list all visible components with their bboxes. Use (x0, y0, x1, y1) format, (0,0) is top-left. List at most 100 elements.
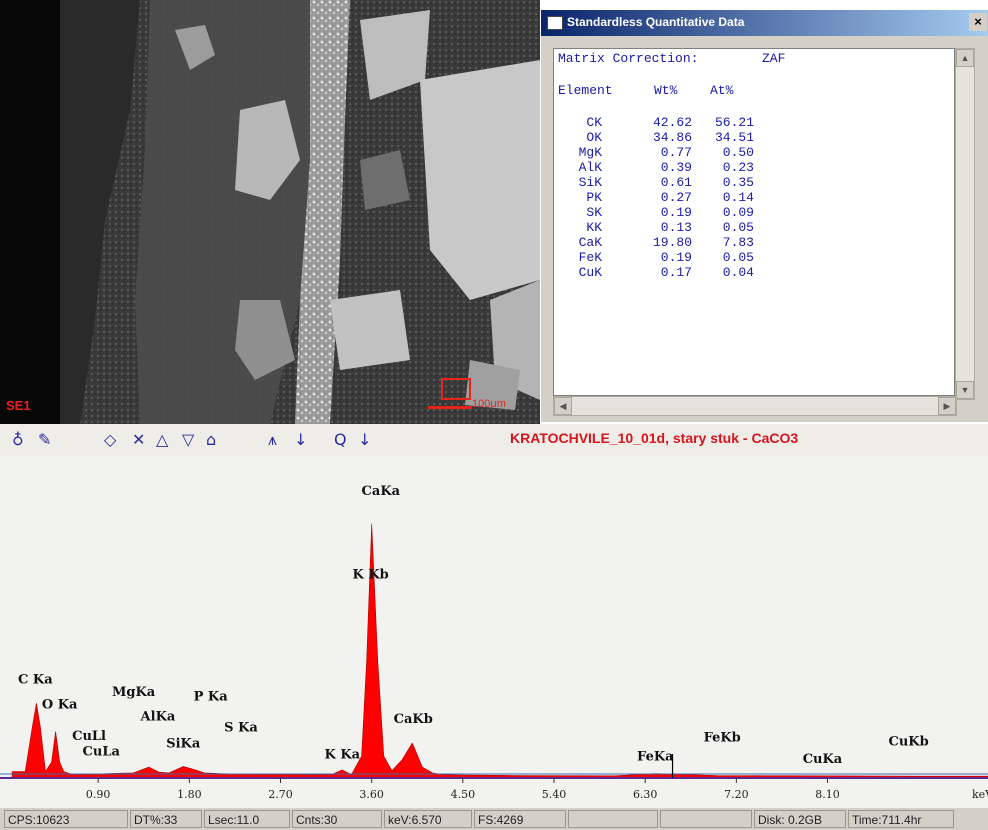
atomic-percent: 0.14 (722, 190, 754, 205)
vertical-scrollbar[interactable]: ▲ ▼ (955, 48, 975, 400)
eds-spectrum[interactable]: 0.90 1.80 2.70 3.60 4.50 5.40 6.30 7.20 8.10 keV C… (0, 456, 988, 808)
atomic-percent: 56.21 (714, 115, 754, 130)
atomic-percent: 0.05 (722, 220, 754, 235)
element-symbol: MgK (578, 145, 602, 160)
scroll-right-icon[interactable]: ▶ (938, 397, 956, 415)
scale-marker-box (441, 378, 471, 400)
element-symbol: FeK (578, 250, 602, 265)
compress-horizontal-icon[interactable]: ✕ (132, 430, 145, 449)
atomic-percent: 0.09 (722, 205, 754, 220)
atomic-percent: 0.23 (722, 160, 754, 175)
probe-icon[interactable]: ♁ (12, 430, 24, 449)
atomic-percent: 0.50 (722, 145, 754, 160)
x-tick-label: 6.30 (633, 788, 658, 801)
element-symbol: CaK (578, 235, 602, 250)
x-tick-label: 2.70 (268, 788, 293, 801)
status-empty-2 (660, 810, 752, 828)
peak-arrow-icon[interactable]: ↓ (294, 430, 307, 449)
element-symbol: AlK (578, 160, 602, 175)
peak-label: K Kb (353, 567, 389, 582)
element-symbol: PK (586, 190, 602, 205)
home-icon[interactable]: ⌂ (206, 430, 216, 449)
element-symbol: OK (586, 130, 602, 145)
expand-vertical-icon[interactable]: △ (156, 430, 168, 449)
element-symbol: SK (586, 205, 602, 220)
peak-label: FeKa (637, 750, 674, 765)
peak-label: O Ka (42, 697, 78, 712)
weight-percent: 42.62 (652, 115, 692, 130)
atomic-percent: 0.04 (722, 265, 754, 280)
sem-micrograph (0, 0, 540, 424)
x-axis-label: keV (972, 788, 988, 801)
window-icon (547, 16, 563, 30)
x-tick-label: 8.10 (815, 788, 840, 801)
peak-label: CuKb (888, 734, 928, 749)
weight-percent: 0.77 (660, 145, 692, 160)
quant-data-dialog: Standardless Quantitative Data × Matrix … (541, 10, 988, 422)
scroll-left-icon[interactable]: ◀ (554, 397, 572, 415)
status-fullscale: FS:4269 (474, 810, 566, 828)
matrix-correction-label: Matrix Correction: (558, 51, 699, 66)
pen-icon[interactable]: ✎ (38, 430, 51, 449)
sem-image (0, 0, 540, 424)
element-symbol: SiK (578, 175, 602, 190)
peak-label: AlKa (140, 710, 176, 725)
status-kev: keV:6.570 (384, 810, 472, 828)
weight-percent: 0.19 (660, 205, 692, 220)
quant-results-text[interactable]: Matrix Correction: ZAF Element Wt% At% C… (553, 48, 955, 396)
atomic-percent: 0.05 (722, 250, 754, 265)
element-symbol: CuK (578, 265, 602, 280)
scale-bar (428, 406, 472, 409)
quant-arrow-icon[interactable]: ↓ (358, 430, 371, 449)
scale-label: 100μm (472, 398, 506, 410)
dialog-title: Standardless Quantitative Data (567, 15, 745, 29)
peak-label: SiKa (166, 737, 201, 752)
status-lsec: Lsec:11.0 (204, 810, 290, 828)
dialog-titlebar[interactable]: Standardless Quantitative Data × (541, 10, 988, 36)
compress-vertical-icon[interactable]: ▽ (182, 430, 194, 449)
status-empty-1 (568, 810, 658, 828)
peak-label: MgKa (112, 685, 156, 700)
element-symbol: CK (586, 115, 602, 130)
status-deadtime: DT%:33 (130, 810, 202, 828)
x-tick-label: 1.80 (177, 788, 202, 801)
scroll-down-icon[interactable]: ▼ (956, 381, 974, 399)
peak-label: S Ka (224, 721, 258, 736)
weight-percent: 0.61 (660, 175, 692, 190)
x-tick-label: 4.50 (451, 788, 476, 801)
horizontal-scrollbar[interactable]: ◀ ▶ (553, 396, 957, 416)
x-tick-label: 7.20 (724, 788, 749, 801)
atomic-percent: 0.35 (722, 175, 754, 190)
peak-label: C Ka (18, 673, 53, 688)
scroll-up-icon[interactable]: ▲ (956, 49, 974, 67)
col-header-at: At% (710, 83, 734, 98)
x-tick-label: 3.60 (359, 788, 384, 801)
status-cps: CPS:10623 (4, 810, 128, 828)
spectrum-toolbar: ♁ ✎ ◇ ✕ △ ▽ ⌂ ⩚ ↓ Q ↓ (0, 424, 988, 457)
col-header-wt: Wt% (654, 83, 678, 98)
peak-label: CuKa (803, 752, 843, 767)
weight-percent: 19.80 (652, 235, 692, 250)
spectrum-title: KRATOCHVILE_10_01d, stary stuk - CaCO3 (510, 430, 799, 446)
peak-label: CuLl (72, 729, 106, 744)
atomic-percent: 7.83 (722, 235, 754, 250)
status-disk: Disk: 0.2GB (754, 810, 846, 828)
col-header-element: Element (558, 83, 613, 98)
expand-horizontal-icon[interactable]: ◇ (104, 430, 116, 449)
quant-icon[interactable]: Q (334, 430, 347, 449)
weight-percent: 0.13 (660, 220, 692, 235)
weight-percent: 34.86 (652, 130, 692, 145)
peak-label: K Ka (325, 747, 361, 762)
detector-label: SE1 (6, 398, 31, 413)
weight-percent: 0.27 (660, 190, 692, 205)
status-bar: CPS:10623 DT%:33 Lsec:11.0 Cnts:30 keV:6… (0, 808, 988, 830)
close-button[interactable]: × (969, 13, 987, 31)
peak-id-icon[interactable]: ⩚ (268, 430, 277, 450)
element-symbol: KK (586, 220, 602, 235)
x-tick-label: 5.40 (542, 788, 567, 801)
peak-label: CaKb (394, 712, 433, 727)
peak-label: CaKa (362, 484, 401, 499)
weight-percent: 0.39 (660, 160, 692, 175)
status-counts: Cnts:30 (292, 810, 382, 828)
status-time: Time:711.4hr (848, 810, 954, 828)
